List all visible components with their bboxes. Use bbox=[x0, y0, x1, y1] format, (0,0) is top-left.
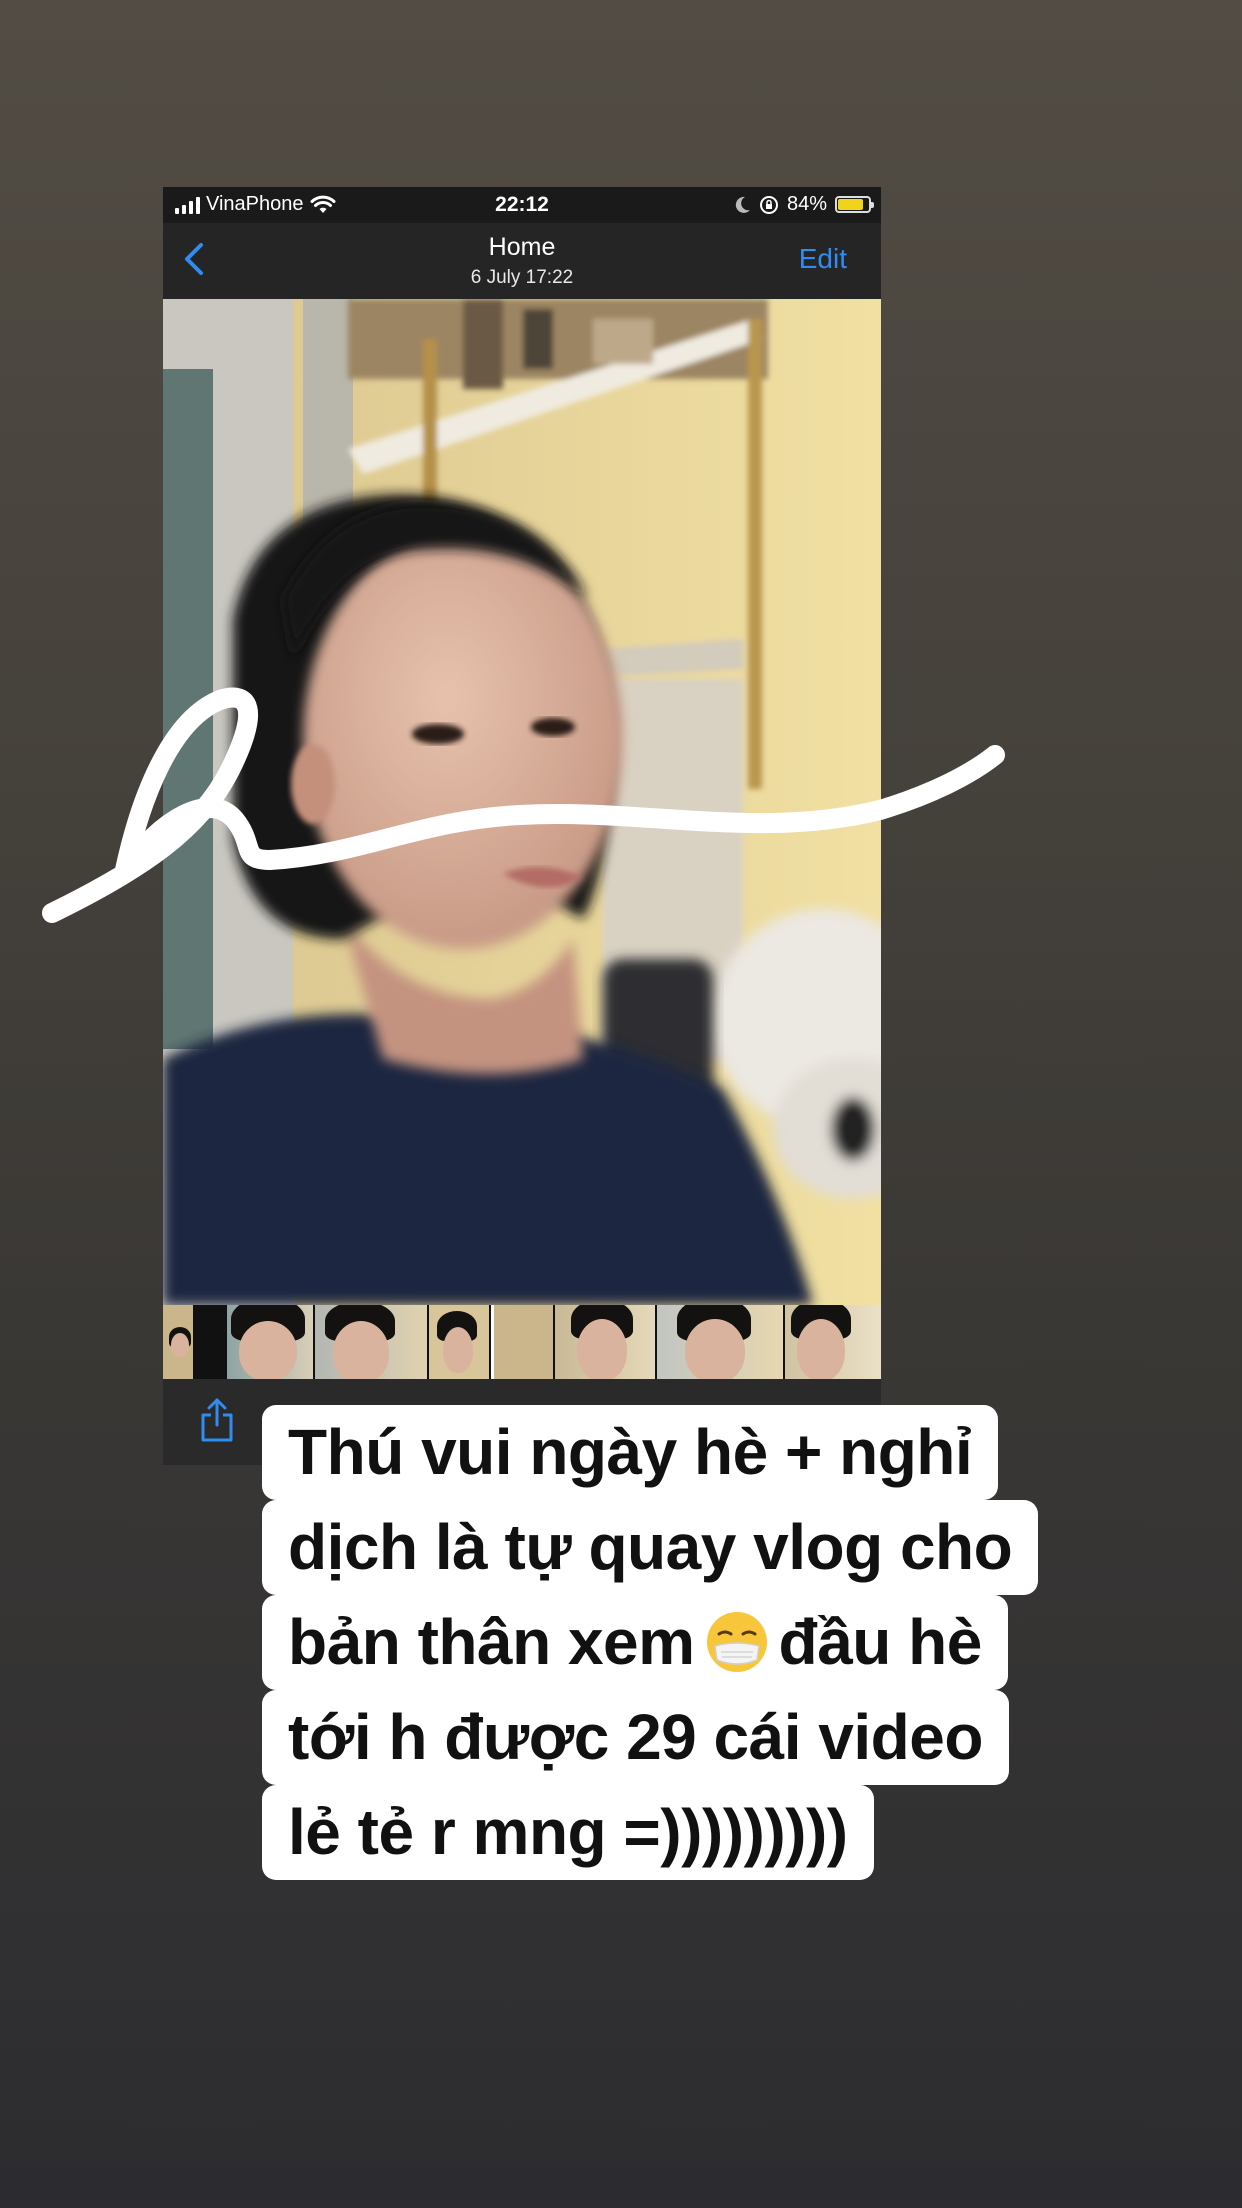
face-with-medical-mask-emoji bbox=[706, 1612, 767, 1672]
photos-app-screenshot: VinaPhone 22:12 84% Home 6 July 17:22 Ed… bbox=[163, 187, 881, 1465]
filmstrip-frame[interactable] bbox=[491, 1305, 553, 1379]
share-icon[interactable] bbox=[199, 1397, 235, 1443]
caption-line-3: bản thân xem đầu hè bbox=[262, 1595, 1008, 1690]
status-right: 84% bbox=[735, 193, 874, 216]
status-bar: VinaPhone 22:12 84% bbox=[163, 187, 881, 223]
edit-button[interactable]: Edit bbox=[799, 243, 847, 275]
filmstrip-frame[interactable] bbox=[163, 1305, 193, 1379]
caption-line-4: tới h được 29 cái video bbox=[262, 1690, 1009, 1785]
filmstrip-gap bbox=[195, 1305, 225, 1379]
caption-line-1: Thú vui ngày hè + nghỉ bbox=[262, 1405, 999, 1500]
nav-bar: Home 6 July 17:22 Edit bbox=[163, 223, 881, 299]
caption-line-3-start: bản thân xem bbox=[288, 1606, 695, 1678]
filmstrip-frame[interactable] bbox=[785, 1305, 881, 1379]
battery-icon bbox=[835, 196, 874, 213]
filmstrip-frame[interactable] bbox=[555, 1305, 655, 1379]
photo-date: 6 July 17:22 bbox=[470, 267, 574, 288]
video-frame[interactable] bbox=[163, 299, 881, 1305]
filmstrip-frame[interactable] bbox=[657, 1305, 783, 1379]
filmstrip-frame[interactable] bbox=[315, 1305, 427, 1379]
caption-line-2: dịch là tự quay vlog cho bbox=[262, 1500, 1039, 1595]
battery-percent: 84% bbox=[786, 193, 827, 215]
caption-line-3-end: đầu hè bbox=[778, 1606, 983, 1678]
filmstrip-frame[interactable] bbox=[429, 1305, 489, 1379]
video-filmstrip[interactable] bbox=[163, 1305, 881, 1379]
album-title: Home bbox=[488, 233, 556, 261]
caption-line-5: lẻ tẻ r mng =))))))))) bbox=[262, 1785, 874, 1880]
rotation-lock-icon bbox=[759, 195, 778, 214]
moon-icon bbox=[735, 196, 750, 213]
filmstrip-frame[interactable] bbox=[227, 1305, 313, 1379]
